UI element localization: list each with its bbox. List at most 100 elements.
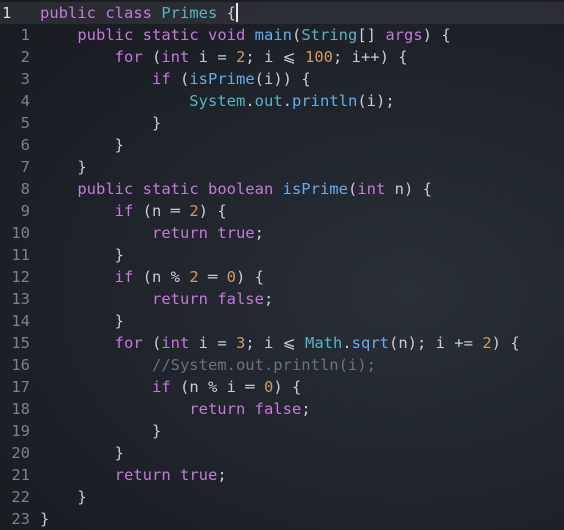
code-token: } [40, 444, 124, 462]
code-token: public [40, 26, 143, 44]
code-text[interactable]: //System.out.println(i); [40, 354, 376, 376]
code-line[interactable]: 5 } [0, 112, 564, 134]
code-text[interactable]: if (isPrime(i)) { [40, 68, 311, 90]
code-line[interactable]: 13 return false; [0, 288, 564, 310]
code-token: return [40, 224, 218, 242]
code-token: ; [263, 290, 274, 308]
code-line[interactable]: 2 for (int i = 2; i ⩽ 100; i++) { [0, 46, 564, 68]
code-token: 0 [263, 378, 274, 396]
code-text[interactable]: if (n % i ═ 0) { [40, 376, 301, 398]
code-text[interactable]: } [40, 156, 86, 178]
code-line[interactable]: 23} [0, 508, 564, 530]
code-line[interactable]: 18 return false; [0, 398, 564, 420]
code-line[interactable]: 3 if (isPrime(i)) { [0, 68, 564, 90]
code-token: isPrime [282, 180, 348, 198]
code-text[interactable]: } [40, 244, 124, 266]
code-text[interactable]: return false; [40, 398, 311, 420]
code-text[interactable]: if (n ═ 2) { [40, 200, 227, 222]
code-token: String [301, 26, 358, 44]
code-token: (n ═ [142, 202, 190, 220]
code-line[interactable]: 12 if (n % 2 ═ 0) { [0, 266, 564, 288]
code-line[interactable]: 8 public static boolean isPrime(int n) { [0, 178, 564, 200]
line-number: 3 [20, 70, 30, 88]
code-text[interactable]: } [40, 420, 161, 442]
code-token: { [226, 4, 236, 22]
code-line[interactable]: 4 System.out.println(i); [0, 90, 564, 112]
code-line[interactable]: 6 } [0, 134, 564, 156]
code-token: ; [254, 224, 264, 242]
code-token: ; [301, 400, 311, 418]
code-token: class [105, 4, 162, 22]
code-line[interactable]: 1 public class Primes { [0, 2, 564, 24]
code-text[interactable]: return false; [40, 288, 273, 310]
code-token: (n % [142, 268, 190, 286]
code-token: 3 [235, 334, 246, 352]
code-token: . [245, 92, 255, 110]
code-line[interactable]: 7 } [0, 156, 564, 178]
code-token: ( [179, 70, 190, 88]
code-line[interactable]: 21 return true; [0, 464, 564, 486]
code-text[interactable]: for (int i = 2; i ⩽ 100; i++) { [40, 46, 408, 68]
code-text[interactable]: } [40, 508, 49, 530]
code-text[interactable]: public static boolean isPrime(int n) { [40, 178, 432, 200]
code-token: i = [198, 334, 236, 352]
code-token: ( [291, 26, 302, 44]
code-line[interactable]: 15 for (int i = 3; i ⩽ Math.sqrt(n); i +… [0, 332, 564, 354]
code-token: 100 [304, 48, 333, 66]
code-token: boolean [207, 180, 283, 198]
code-token: return [40, 290, 218, 308]
code-text[interactable]: return true; [40, 222, 264, 244]
code-text[interactable]: } [40, 112, 161, 134]
code-text[interactable]: } [40, 442, 124, 464]
code-text[interactable]: } [40, 486, 87, 508]
code-line[interactable]: 1 public static void main(String[] args)… [0, 24, 564, 46]
code-token: ) { [198, 202, 227, 220]
code-token: int [357, 180, 395, 198]
code-token: if [40, 202, 143, 220]
code-text[interactable]: for (int i = 3; i ⩽ Math.sqrt(n); i += 2… [40, 332, 520, 354]
code-token: println [292, 92, 358, 110]
code-text[interactable]: return true; [40, 464, 227, 486]
code-token: 0 [226, 268, 237, 286]
code-line[interactable]: 9 if (n ═ 2) { [0, 200, 564, 222]
code-line[interactable]: 14 } [0, 310, 564, 332]
code-line[interactable]: 19 } [0, 420, 564, 442]
code-line[interactable]: 22 } [0, 486, 564, 508]
line-number: 10 [11, 224, 30, 242]
code-token: for [40, 48, 152, 66]
code-text[interactable]: public class Primes { [40, 2, 238, 24]
code-line[interactable]: 10 return true; [0, 222, 564, 244]
code-token: ; i ⩽ [245, 48, 305, 66]
code-token: args [385, 26, 423, 44]
line-number: 5 [20, 114, 30, 132]
code-line[interactable]: 11 } [0, 244, 564, 266]
code-token: ) { [236, 268, 265, 286]
code-text[interactable]: } [40, 134, 124, 156]
code-text[interactable]: public static void main(String[] args) { [40, 24, 450, 46]
code-token: true [217, 224, 255, 242]
code-text[interactable]: if (n % 2 ═ 0) { [40, 266, 264, 288]
line-number: 8 [20, 180, 30, 198]
code-token: ; i ⩽ [245, 334, 305, 352]
code-token: (i); [357, 92, 395, 110]
code-token: [] [357, 26, 386, 44]
code-line[interactable]: 16 //System.out.println(i); [0, 354, 564, 376]
code-token: sqrt [351, 334, 389, 352]
line-number: 1 [20, 26, 30, 44]
line-number: 4 [20, 92, 30, 110]
code-text[interactable]: System.out.println(i); [40, 90, 395, 112]
line-number: 20 [11, 444, 30, 462]
line-number: 12 [11, 268, 30, 286]
code-token: } [40, 114, 162, 132]
code-token: ; i++) { [332, 48, 408, 66]
code-line[interactable]: 17 if (n % i ═ 0) { [0, 376, 564, 398]
code-line[interactable]: 20 } [0, 442, 564, 464]
code-token: . [282, 92, 292, 110]
code-token: for [40, 334, 152, 352]
code-editor[interactable]: 1 public class Primes {1 public static vo… [0, 0, 564, 530]
code-token: if [40, 70, 180, 88]
code-token: int [161, 334, 199, 352]
code-token: } [40, 488, 87, 506]
line-number: 7 [20, 158, 30, 176]
code-text[interactable]: } [40, 310, 124, 332]
